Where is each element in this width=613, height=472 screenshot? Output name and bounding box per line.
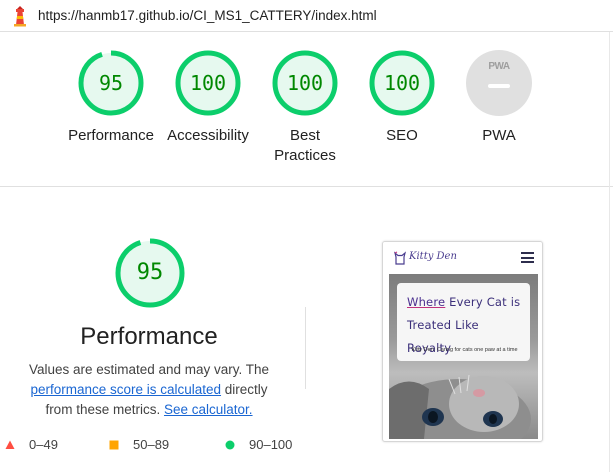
gauge-pwa[interactable]: PWA PWA [444, 50, 554, 146]
gauge-ring: 100 [369, 50, 435, 116]
hamburger-menu-icon [521, 252, 534, 263]
report-header: https://hanmb17.github.io/CI_MS1_CATTERY… [0, 0, 613, 32]
desc-text: Values are estimated and may vary. The [28, 362, 270, 377]
performance-description: Values are estimated and may vary. The p… [0, 360, 298, 420]
desc-text: directly [224, 382, 268, 397]
gauge-ring: 95 [78, 50, 144, 116]
gauge-label: SEO [386, 127, 418, 144]
cat-logo-icon [393, 251, 407, 265]
hero-subtitle: Kitty Den: Caring for cats one paw at a … [411, 347, 518, 353]
screenshot-navbar: Kitty Den [383, 242, 542, 274]
screenshot-brand: Kitty Den [409, 251, 457, 262]
lighthouse-icon [14, 6, 26, 27]
gauge-accessibility[interactable]: 100 Accessibility [153, 50, 263, 146]
gauge-score: 95 [98, 71, 124, 95]
gauge-label: Best Practices [274, 127, 336, 164]
hero-card: Where Every Cat is Treated Like Royalty … [397, 283, 530, 361]
gauge-ring: 100 [272, 50, 338, 116]
final-screenshot[interactable]: Kitty Den Where Every Cat is Treated Lik… [382, 241, 543, 442]
triangle-icon [5, 440, 15, 449]
pwa-badge-circle [466, 50, 532, 116]
score-gauges: 95 Performance 100 Accessibility 100 Bes… [0, 32, 613, 186]
performance-gauge: 95 [114, 237, 186, 309]
gauge-seo[interactable]: 100 SEO [347, 50, 457, 146]
pwa-badge-text: PWA [488, 61, 510, 72]
score-calculated-link[interactable]: performance score is calculated [30, 382, 221, 397]
gauge-label: Performance [68, 127, 154, 144]
legend-range: 0–49 [29, 437, 58, 452]
hero-heading-where: Where [407, 295, 446, 309]
legend-range: 50–89 [133, 437, 170, 452]
performance-section: 95 Performance Values are estimated and … [0, 187, 613, 472]
desc-text: from these metrics. [45, 402, 161, 417]
performance-title: Performance [80, 323, 218, 350]
gauge-score: 100 [383, 71, 421, 95]
pwa-badge: PWA [466, 50, 532, 116]
legend-range: 90–100 [249, 437, 293, 452]
gauge-ring: 100 [175, 50, 241, 116]
hero-image: Where Every Cat is Treated Like Royalty … [389, 274, 538, 439]
square-icon [109, 440, 119, 450]
gauge-performance[interactable]: 95 Performance [56, 50, 166, 146]
kitten-photo [389, 374, 531, 439]
see-calculator-link[interactable]: See calculator. [164, 402, 253, 417]
vertical-divider [305, 307, 306, 389]
gauge-best-practices[interactable]: 100 Best Practices [250, 50, 360, 166]
gauge-score: 100 [286, 71, 324, 95]
audited-url[interactable]: https://hanmb17.github.io/CI_MS1_CATTERY… [38, 8, 377, 23]
circle-icon [225, 440, 235, 450]
pwa-dash-icon [488, 84, 510, 88]
gauge-label: PWA [482, 127, 516, 144]
gauge-score: 100 [189, 71, 227, 95]
performance-score: 95 [136, 260, 164, 285]
gauge-label: Accessibility [167, 127, 249, 144]
